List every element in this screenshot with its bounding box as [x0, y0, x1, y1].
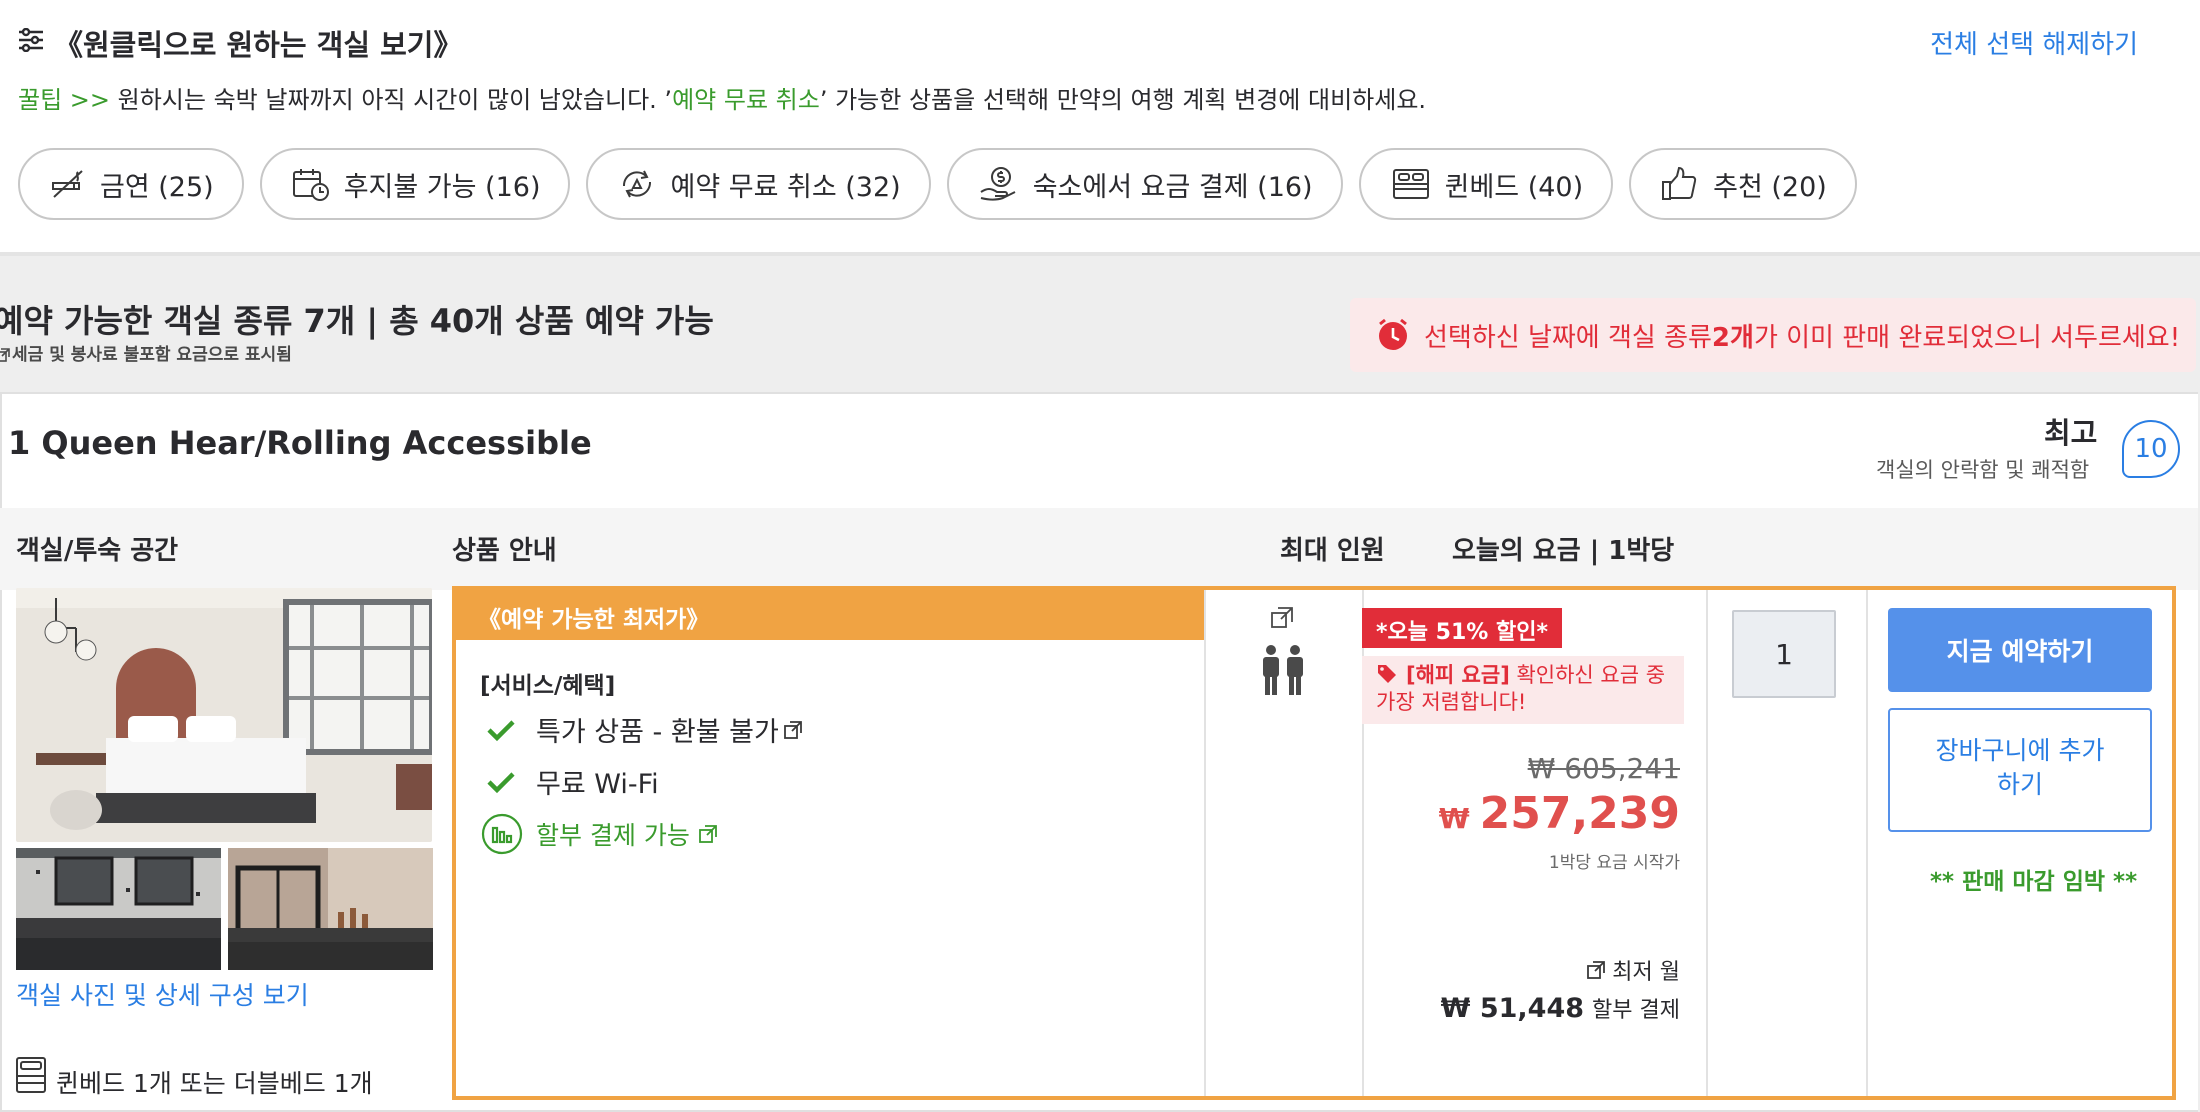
- chip-pay-at-property[interactable]: 숙소에서 요금 결제 (16): [946, 148, 1343, 220]
- room-quantity-select[interactable]: 1: [1732, 610, 1836, 698]
- external-link-icon[interactable]: [783, 720, 803, 740]
- monthly-installment: ₩ 51,448 할부 결제: [1441, 992, 1680, 1024]
- divider: [1706, 590, 1708, 1096]
- monthly-suffix: 할부 결제: [1592, 998, 1680, 1023]
- happy-rate-label: [해피 요금]: [1406, 663, 1510, 687]
- price-note: 1박당 요금 시작가: [1548, 853, 1680, 873]
- bar-chart-circle-icon: [480, 812, 524, 856]
- check-icon: [486, 770, 516, 794]
- summary-title: 예약 가능한 객실 종류 7개 | 총 40개 상품 예약 가능: [0, 302, 714, 340]
- alert-suffix: 가 이미 판매 완료되었으니 서두르세요!: [1753, 322, 2181, 353]
- tip-text-2: ’ 가능한 상품을 선택해 만약의 여행 계획 변경에 대비하세요.: [819, 86, 1427, 114]
- chip-free-cancel[interactable]: 예약 무료 취소 (32): [586, 148, 931, 220]
- chip-recommended[interactable]: 추천 (20): [1629, 148, 1857, 220]
- divider: [1204, 590, 1206, 1096]
- chip-no-smoking[interactable]: 금연 (25): [18, 148, 244, 220]
- book-now-button[interactable]: 지금 예약하기: [1888, 608, 2152, 692]
- chip-pay-later[interactable]: 후지불 가능 (16): [259, 148, 571, 220]
- benefits-title: [서비스/혜택]: [480, 673, 616, 699]
- installment-label: 할부 결제 가능: [536, 821, 690, 850]
- chip-label: 숙소에서 요금 결제 (16): [1032, 171, 1313, 203]
- happy-rate-note: [해피 요금] 확인하신 요금 중 가장 저렴합니다!: [1362, 656, 1684, 724]
- review-score-badge[interactable]: 10: [2122, 420, 2180, 478]
- column-header-occupancy: 최대 인원: [1280, 536, 1385, 566]
- filter-title: 《원클릭으로 원하는 객실 보기》: [54, 28, 463, 62]
- chip-queen-bed[interactable]: 퀸베드 (40): [1358, 148, 1614, 220]
- hand-money-icon: [979, 166, 1019, 202]
- original-price: ₩ 605,241: [1527, 752, 1680, 785]
- tip-line: 꿀팁 >> 원하시는 숙박 날짜까지 아직 시간이 많이 남았습니다. ’예약 …: [18, 80, 1426, 115]
- filter-chips: 금연 (25) 후지불 가능 (16) 예약 무료 취소 (32) 숙소에서 요…: [18, 148, 1857, 220]
- discount-badge: *오늘 51% 할인*: [1362, 608, 1562, 648]
- offer-header: 《예약 가능한 최저가》: [456, 590, 1204, 640]
- alert-count: 2개: [1711, 322, 1754, 353]
- sliders-icon: [18, 28, 44, 52]
- monthly-value: ₩ 51,448: [1440, 993, 1585, 1024]
- external-link-icon: [0, 348, 10, 362]
- review-rating-word: 최고: [2044, 416, 2098, 450]
- tag-icon: [1376, 663, 1398, 685]
- chip-label: 추천 (20): [1713, 171, 1827, 203]
- benefit-label: 무료 Wi-Fi: [536, 769, 659, 800]
- current-price: ₩257,239: [1439, 788, 1680, 839]
- monthly-label[interactable]: 최저 월: [1586, 954, 1680, 986]
- bed-type-icon: [14, 1056, 48, 1094]
- chip-label: 예약 무료 취소 (32): [670, 171, 901, 203]
- bed-icon: [1391, 167, 1431, 201]
- room-photo-main[interactable]: [16, 588, 432, 842]
- room-photo-bathroom[interactable]: [16, 848, 221, 970]
- tip-highlight: 예약 무료 취소: [672, 86, 820, 114]
- tax-note-text: 세금 및 봉사료 불포함 요금으로 표시됨: [12, 345, 292, 365]
- add-to-cart-button[interactable]: 장바구니에 추가하기: [1888, 708, 2152, 832]
- two-persons-icon: [1260, 644, 1306, 696]
- chip-label: 후지불 가능 (16): [343, 171, 541, 203]
- column-header-offer: 상품 안내: [452, 536, 557, 566]
- chip-label: 금연 (25): [100, 171, 214, 203]
- price-currency: ₩: [1438, 802, 1470, 835]
- benefit-item: 특가 상품 - 환불 불가: [486, 710, 803, 749]
- bed-info: 퀸베드 1개 또는 더블베드 1개: [56, 1069, 373, 1098]
- thumbs-up-icon: [1661, 166, 1699, 202]
- column-header-price: 오늘의 요금 | 1박당: [1452, 536, 1675, 566]
- room-table-header: [0, 508, 2198, 590]
- urgency-note: ** 판매 마감 임박 **: [1930, 869, 2138, 895]
- external-link-icon: [1586, 960, 1606, 980]
- room-name[interactable]: 1 Queen Hear/Rolling Accessible: [8, 424, 592, 462]
- price-value: 257,239: [1479, 788, 1680, 839]
- alert-prefix: 선택하신 날짜에 객실 종류: [1424, 322, 1712, 353]
- benefit-item: 무료 Wi-Fi: [486, 762, 659, 801]
- divider: [1866, 590, 1868, 1096]
- no-smoking-icon: [50, 169, 86, 199]
- benefit-label: 특가 상품 - 환불 불가: [536, 717, 779, 748]
- monthly-label-text: 최저 월: [1612, 960, 1680, 985]
- installment-info[interactable]: 할부 결제 가능: [480, 812, 718, 856]
- calendar-clock-icon: [292, 167, 330, 201]
- tip-text-1: 원하시는 숙박 날짜까지 아직 시간이 많이 남았습니다. ’: [110, 86, 673, 114]
- tip-label: 꿀팁 >>: [18, 86, 111, 114]
- check-icon: [486, 718, 516, 742]
- room-photos-link[interactable]: 객실 사진 및 상세 구성 보기: [16, 976, 309, 1012]
- column-header-room: 객실/투숙 공간: [16, 536, 179, 566]
- review-category: 객실의 안락함 및 쾌적함: [1876, 458, 2090, 482]
- alarm-clock-icon: [1376, 318, 1410, 352]
- tax-note: 세금 및 봉사료 불포함 요금으로 표시됨: [0, 340, 292, 365]
- refresh-icon: [618, 168, 656, 200]
- external-link-icon[interactable]: [698, 824, 718, 844]
- room-photo-vanity[interactable]: [228, 848, 433, 970]
- chip-label: 퀸베드 (40): [1444, 171, 1584, 203]
- clear-all-link[interactable]: 전체 선택 해제하기: [1930, 24, 2138, 61]
- external-link-icon[interactable]: [1270, 606, 1294, 630]
- sellout-alert: 선택하신 날짜에 객실 종류 2개 가 이미 판매 완료되었으니 서두르세요!: [1350, 298, 2196, 372]
